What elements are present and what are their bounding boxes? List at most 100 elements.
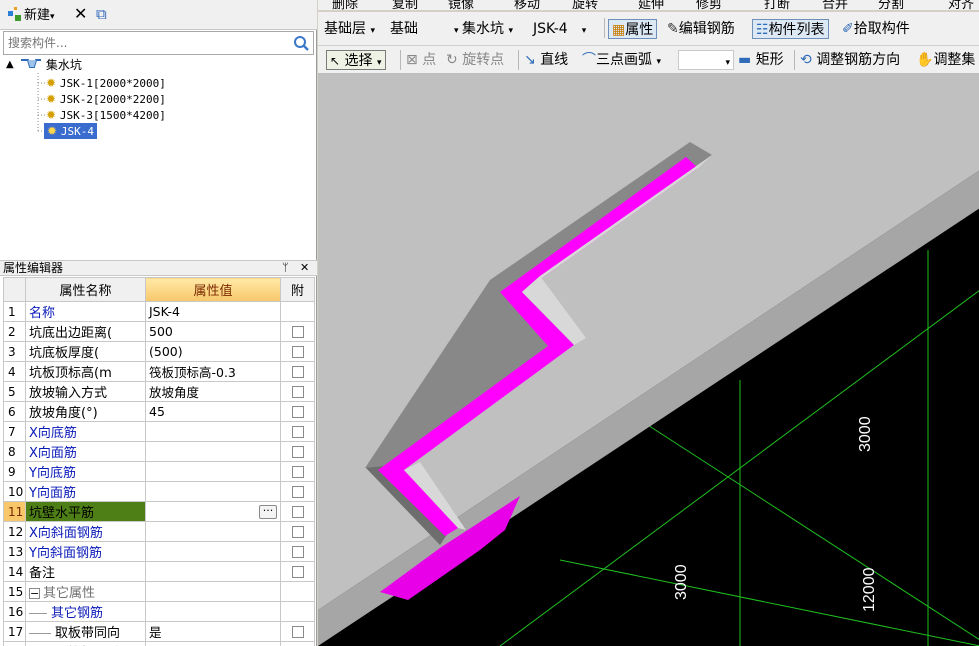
property-name[interactable]: 坑壁水平筋 — [25, 501, 146, 522]
edit-tool-button[interactable]: 复制 — [392, 0, 418, 10]
component-select[interactable]: JSK-4 ▾ — [533, 19, 586, 39]
property-value[interactable]: 是 — [145, 621, 281, 642]
layer-group-select[interactable]: 基础层 ▾ — [324, 19, 375, 39]
tree-item[interactable]: ✹ JSK-3[1500*4200] — [46, 107, 166, 123]
property-row[interactable]: 9 Y向底筋 — [3, 461, 315, 482]
property-row[interactable]: 12 X向斜面钢筋 — [3, 521, 315, 542]
property-name[interactable]: 名称 — [25, 301, 146, 322]
property-name[interactable]: − 其它属性 — [25, 581, 146, 602]
tree-item-selected[interactable]: ✹ JSK-4 — [44, 123, 98, 139]
attach-checkbox[interactable] — [291, 485, 304, 498]
edit-tool-button[interactable]: 打断 — [764, 0, 790, 10]
property-row[interactable]: 14 备注 — [3, 561, 315, 582]
delete-icon[interactable]: ✕ — [74, 4, 87, 24]
property-value[interactable]: 是 — [145, 641, 281, 646]
new-dropdown-arrow[interactable]: ▾ — [50, 12, 55, 22]
viewport-canvas[interactable]: 3000 3000 12000 — [318, 74, 979, 646]
property-name[interactable]: 坑板顶标高(m — [25, 361, 146, 382]
attach-checkbox[interactable] — [291, 365, 304, 378]
property-name[interactable]: 备注 — [25, 561, 146, 582]
property-row[interactable]: 2 坑底出边距离(500 — [3, 321, 315, 342]
tree-root[interactable]: 集水坑 — [20, 57, 82, 73]
select-button[interactable]: ↖ 选择 ▾ — [326, 50, 386, 70]
attach-checkbox[interactable] — [291, 565, 304, 578]
col-value-header[interactable]: 属性值 — [145, 277, 281, 302]
property-name[interactable]: Y向斜面钢筋 — [25, 541, 146, 562]
attach-checkbox[interactable] — [291, 345, 304, 358]
property-value[interactable] — [145, 561, 281, 582]
property-name[interactable]: Y向面筋 — [25, 481, 146, 502]
attach-checkbox[interactable] — [291, 545, 304, 558]
edit-tool-button[interactable]: 分割 — [878, 0, 904, 10]
edit-tool-button[interactable]: 删除 — [332, 0, 358, 10]
col-name-header[interactable]: 属性名称 — [25, 277, 146, 302]
property-name[interactable]: Y向底筋 — [25, 461, 146, 482]
property-row[interactable]: 4 坑板顶标高(m 筏板顶标高-0.3 — [3, 361, 315, 382]
col-attach-header[interactable]: 附 — [280, 277, 315, 302]
property-value[interactable] — [145, 521, 281, 542]
property-row[interactable]: 7 X向底筋 — [3, 421, 315, 442]
edit-tool-button[interactable]: 合并 — [822, 0, 848, 10]
property-row[interactable]: 18取筏板/承台是 — [3, 641, 315, 646]
attach-checkbox[interactable] — [291, 325, 304, 338]
tree-collapse-icon[interactable]: ▲ — [6, 57, 14, 73]
property-name[interactable]: X向面筋 — [25, 441, 146, 462]
search-icon[interactable] — [291, 34, 311, 52]
edit-tool-button[interactable]: 旋转 — [572, 0, 598, 10]
edit-tool-button[interactable]: 对齐 — [948, 0, 974, 10]
attach-checkbox[interactable] — [291, 505, 304, 518]
rotate-point-button[interactable]: ↻ 旋转点 — [446, 50, 504, 70]
property-value[interactable]: 45 — [145, 401, 281, 422]
property-row[interactable]: 10 Y向面筋 — [3, 481, 315, 502]
pin-icon[interactable]: ᛘ — [282, 261, 289, 275]
search-input[interactable] — [8, 33, 288, 53]
property-row[interactable]: 8 X向面筋 — [3, 441, 315, 462]
property-value[interactable] — [145, 421, 281, 442]
property-row[interactable]: 6 放坡角度(°) 45 — [3, 401, 315, 422]
edit-tool-button[interactable]: 移动 — [514, 0, 540, 10]
edit-tool-button[interactable]: 延伸 — [638, 0, 664, 10]
collapse-toggle-icon[interactable]: − — [29, 588, 40, 599]
property-name[interactable]: X向斜面钢筋 — [25, 521, 146, 542]
property-name[interactable]: 放坡角度(°) — [25, 401, 146, 422]
copy-icon[interactable]: ⧉ — [96, 4, 107, 24]
property-value[interactable] — [145, 481, 281, 502]
property-row[interactable]: 15− 其它属性 — [3, 581, 315, 602]
attach-checkbox[interactable] — [291, 465, 304, 478]
adjust-rebar-direction-button[interactable]: ⟲ 调整钢筋方向 — [800, 50, 900, 70]
attach-checkbox[interactable] — [291, 385, 304, 398]
property-value[interactable]: 筏板顶标高-0.3 — [145, 361, 281, 382]
ellipsis-button[interactable]: ··· — [259, 505, 277, 519]
attach-checkbox[interactable] — [291, 425, 304, 438]
close-icon[interactable]: ✕ — [300, 261, 309, 275]
property-value[interactable] — [145, 441, 281, 462]
arc-button[interactable]: ⌒三点画弧 ▾ — [582, 50, 661, 70]
property-value[interactable]: 放坡角度 — [145, 381, 281, 402]
property-value[interactable] — [145, 461, 281, 482]
attach-checkbox[interactable] — [291, 405, 304, 418]
property-value[interactable]: 500 — [145, 321, 281, 342]
arc-options-select[interactable]: ▾ — [678, 50, 734, 70]
line-button[interactable]: ↘ 直线 — [524, 50, 568, 70]
pick-component-button[interactable]: ✐拾取构件 — [842, 19, 910, 39]
property-name[interactable]: X向底筋 — [25, 421, 146, 442]
property-row[interactable]: 1 名称 JSK-4 — [3, 301, 315, 322]
property-value[interactable] — [145, 541, 281, 562]
property-value[interactable]: JSK-4 — [145, 301, 281, 322]
3d-viewport[interactable]: 3000 3000 12000 — [318, 74, 979, 646]
property-row[interactable]: 17 取板带同向 是 — [3, 621, 315, 642]
new-button[interactable]: 新建▾ — [6, 6, 55, 26]
property-name[interactable]: 取板带同向 — [25, 621, 146, 642]
point-button[interactable]: ⊠ 点 — [406, 50, 436, 70]
property-value[interactable] — [145, 581, 281, 602]
tree-item[interactable]: ✹ JSK-2[2000*2200] — [46, 91, 166, 107]
edit-rebar-button[interactable]: ✎编辑钢筋 — [667, 19, 735, 39]
rectangle-button[interactable]: ▬ 矩形 — [738, 50, 784, 70]
property-value[interactable]: ··· — [145, 501, 281, 522]
property-name[interactable]: 其它钢筋 — [25, 601, 146, 622]
attach-checkbox[interactable] — [291, 625, 304, 638]
property-value[interactable]: (500) — [145, 341, 281, 362]
property-name[interactable]: 坑底出边距离( — [25, 321, 146, 342]
property-value[interactable] — [145, 601, 281, 622]
edit-tool-button[interactable]: 镜像 — [448, 0, 474, 10]
